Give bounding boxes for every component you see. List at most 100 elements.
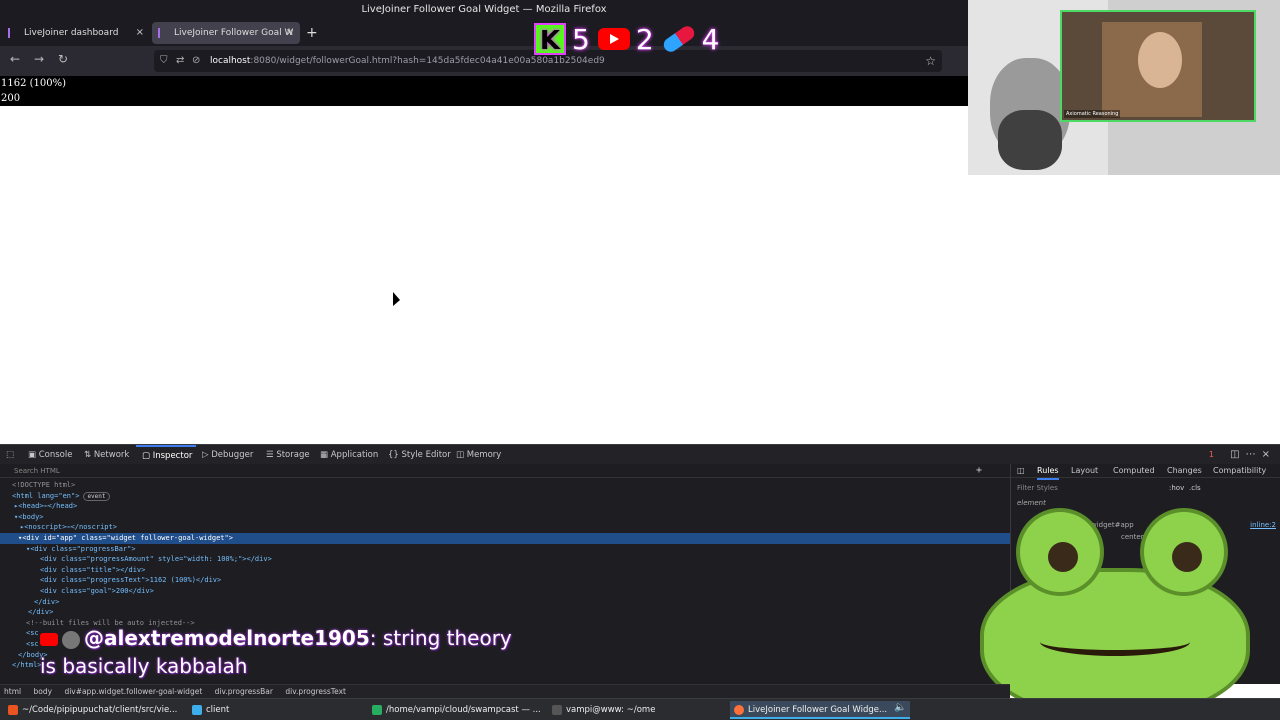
frog-right-eye <box>1140 508 1228 596</box>
breadcrumb: html body div#app.widget.follower-goal-w… <box>0 684 1010 698</box>
pill-count: 4 <box>701 22 720 56</box>
tab-livejoiner-dashboard[interactable]: LiveJoiner dashboard × <box>2 22 150 44</box>
avatar <box>62 630 80 649</box>
devtools-controls[interactable]: ◫⋯× <box>1230 445 1276 465</box>
event-badge[interactable]: event <box>83 491 110 501</box>
taskbar: ~/Code/pipipupuchat/client/src/vie... cl… <box>0 698 1280 720</box>
dom-node[interactable]: ▸<head>⋯</head> <box>0 501 77 512</box>
chat-username: @alextremodelnorte1905 <box>84 626 370 650</box>
dom-node[interactable]: </html> <box>0 660 42 671</box>
firefox-icon <box>734 705 744 715</box>
tab-layout[interactable]: Layout <box>1071 464 1098 478</box>
filter-styles-input[interactable]: Filter Styles <box>1017 484 1058 492</box>
follower-goal-widget: 1162 (100%) 200 <box>0 76 968 106</box>
hov-toggle[interactable]: :hov <box>1169 484 1184 492</box>
tab-style-editor[interactable]: {} Style Editor <box>388 445 451 465</box>
frog-left-eye <box>1016 508 1104 596</box>
task-client[interactable]: client <box>188 701 364 719</box>
tab-network[interactable]: ⇅ Network <box>84 445 129 465</box>
kick-count: 5 <box>572 22 590 56</box>
tab-inspector[interactable]: ▢ Inspector <box>136 445 196 465</box>
stream-counters: K 5 2 4 <box>534 22 719 56</box>
kick-logo-icon: K <box>534 23 566 56</box>
crumb-progresstext[interactable]: div.progressText <box>285 687 346 696</box>
pill-icon <box>660 23 697 55</box>
youtube-counter: 2 <box>597 22 654 56</box>
webcam-guest: Axiomatic Reasoning <box>1060 10 1256 122</box>
permissions-icon[interactable]: ⇄ <box>176 50 184 72</box>
youtube-logo-icon <box>597 28 630 50</box>
task-file-manager[interactable]: /home/vampi/cloud/swampcast — ... <box>368 701 544 719</box>
dom-node[interactable]: <sc <box>0 639 39 650</box>
lock-insecure-icon[interactable]: ⊘ <box>192 50 200 72</box>
tab-computed[interactable]: Computed <box>1113 464 1155 478</box>
youtube-logo-icon <box>40 633 58 646</box>
add-node-icon[interactable]: + <box>976 464 982 478</box>
chat-text-line2: is basically kabbalah <box>40 654 248 678</box>
element-rule: element <box>1017 499 1046 507</box>
chat-message: @alextremodelnorte1905: string theory is… <box>40 624 512 680</box>
chat-text-line1: : string theory <box>369 626 512 650</box>
kick-counter: K 5 <box>534 23 590 56</box>
livejoiner-favicon-icon <box>8 28 16 38</box>
dom-node[interactable]: ▾<body> <box>0 512 44 523</box>
new-tab-button[interactable]: + <box>306 22 318 44</box>
shield-icon[interactable]: ⛉ <box>160 50 168 72</box>
crumb-app[interactable]: div#app.widget.follower-goal-widget <box>64 687 202 696</box>
task-terminal[interactable]: vampi@www: ~/ome <box>548 701 724 719</box>
url-path: :8080/widget/followerGoal.html?hash=145d… <box>250 56 605 66</box>
goal-text: 200 <box>1 93 21 104</box>
pick-element-icon[interactable]: ⬚ <box>6 445 14 465</box>
dom-node[interactable]: <div class="progressAmount" style="width… <box>0 554 272 565</box>
tab-compatibility[interactable]: Compatibility <box>1213 464 1266 478</box>
guest-name-tag: Axiomatic Reasoning <box>1064 110 1121 118</box>
dom-node[interactable]: </div> <box>0 597 59 608</box>
progress-text: 1162 (100%) <box>1 78 67 89</box>
task-code-editor[interactable]: ~/Code/pipipupuchat/client/src/vie... <box>4 701 184 719</box>
close-tab-icon[interactable]: × <box>286 22 294 44</box>
reload-icon[interactable]: ↻ <box>58 52 68 66</box>
cls-toggle[interactable]: .cls <box>1189 484 1201 492</box>
dom-node[interactable]: <!DOCTYPE html> <box>0 480 75 491</box>
livejoiner-favicon-icon <box>158 28 166 38</box>
frog-overlay <box>980 508 1280 720</box>
tab-memory[interactable]: ◫ Memory <box>456 445 501 465</box>
crumb-progressbar[interactable]: div.progressBar <box>215 687 273 696</box>
panel-layout-icon[interactable]: ◫ <box>1017 464 1025 478</box>
dom-node[interactable]: <html lang="en"> event <box>0 491 110 502</box>
dom-node[interactable]: <div class="title"></div> <box>0 565 145 576</box>
app-icon <box>8 705 18 715</box>
app-icon <box>192 705 202 715</box>
search-html-input[interactable]: Search HTML <box>0 464 1010 478</box>
dom-node[interactable]: <div class="goal">200</div> <box>0 586 154 597</box>
dom-node[interactable]: <div class="progressText">1162 (100%)</d… <box>0 575 221 586</box>
crumb-body[interactable]: body <box>33 687 52 696</box>
tab-bar: LiveJoiner dashboard × LiveJoiner Follow… <box>0 20 968 46</box>
tab-storage[interactable]: ☰ Storage <box>266 445 310 465</box>
tab-changes[interactable]: Changes <box>1167 464 1202 478</box>
youtube-count: 2 <box>635 22 654 56</box>
window-title: LiveJoiner Follower Goal Widget — Mozill… <box>0 0 968 20</box>
tab-application[interactable]: ▦ Application <box>320 445 378 465</box>
error-count-badge[interactable]: 1 <box>1209 445 1214 465</box>
app-icon <box>372 705 382 715</box>
tab-follower-goal-widget[interactable]: LiveJoiner Follower Goal W × <box>152 22 300 44</box>
dom-node[interactable]: ▸<noscript>⋯</noscript> <box>0 522 117 533</box>
crumb-html[interactable]: html <box>4 687 21 696</box>
bookmark-star-icon[interactable]: ☆ <box>925 50 936 72</box>
speaker-icon[interactable]: 🔈 <box>894 702 906 713</box>
back-arrow-icon[interactable]: ← <box>10 52 20 66</box>
url-host: localhost <box>210 56 251 66</box>
dom-node[interactable]: ▾<div id="app" class="widget follower-go… <box>0 533 1010 544</box>
tab-debugger[interactable]: ▷ Debugger <box>202 445 253 465</box>
dom-node[interactable]: </div> <box>0 607 53 618</box>
dom-node[interactable]: <sc <box>0 628 39 639</box>
tab-console[interactable]: ▣ Console <box>28 445 72 465</box>
task-firefox[interactable]: LiveJoiner Follower Goal Widge... <box>730 701 910 719</box>
dom-node[interactable]: ▾<div class="progressBar"> <box>0 544 136 555</box>
page-body <box>0 106 968 444</box>
webcam-beard <box>998 110 1062 170</box>
tab-rules[interactable]: Rules <box>1037 464 1059 480</box>
close-tab-icon[interactable]: × <box>136 22 144 44</box>
forward-arrow-icon[interactable]: → <box>34 52 44 66</box>
